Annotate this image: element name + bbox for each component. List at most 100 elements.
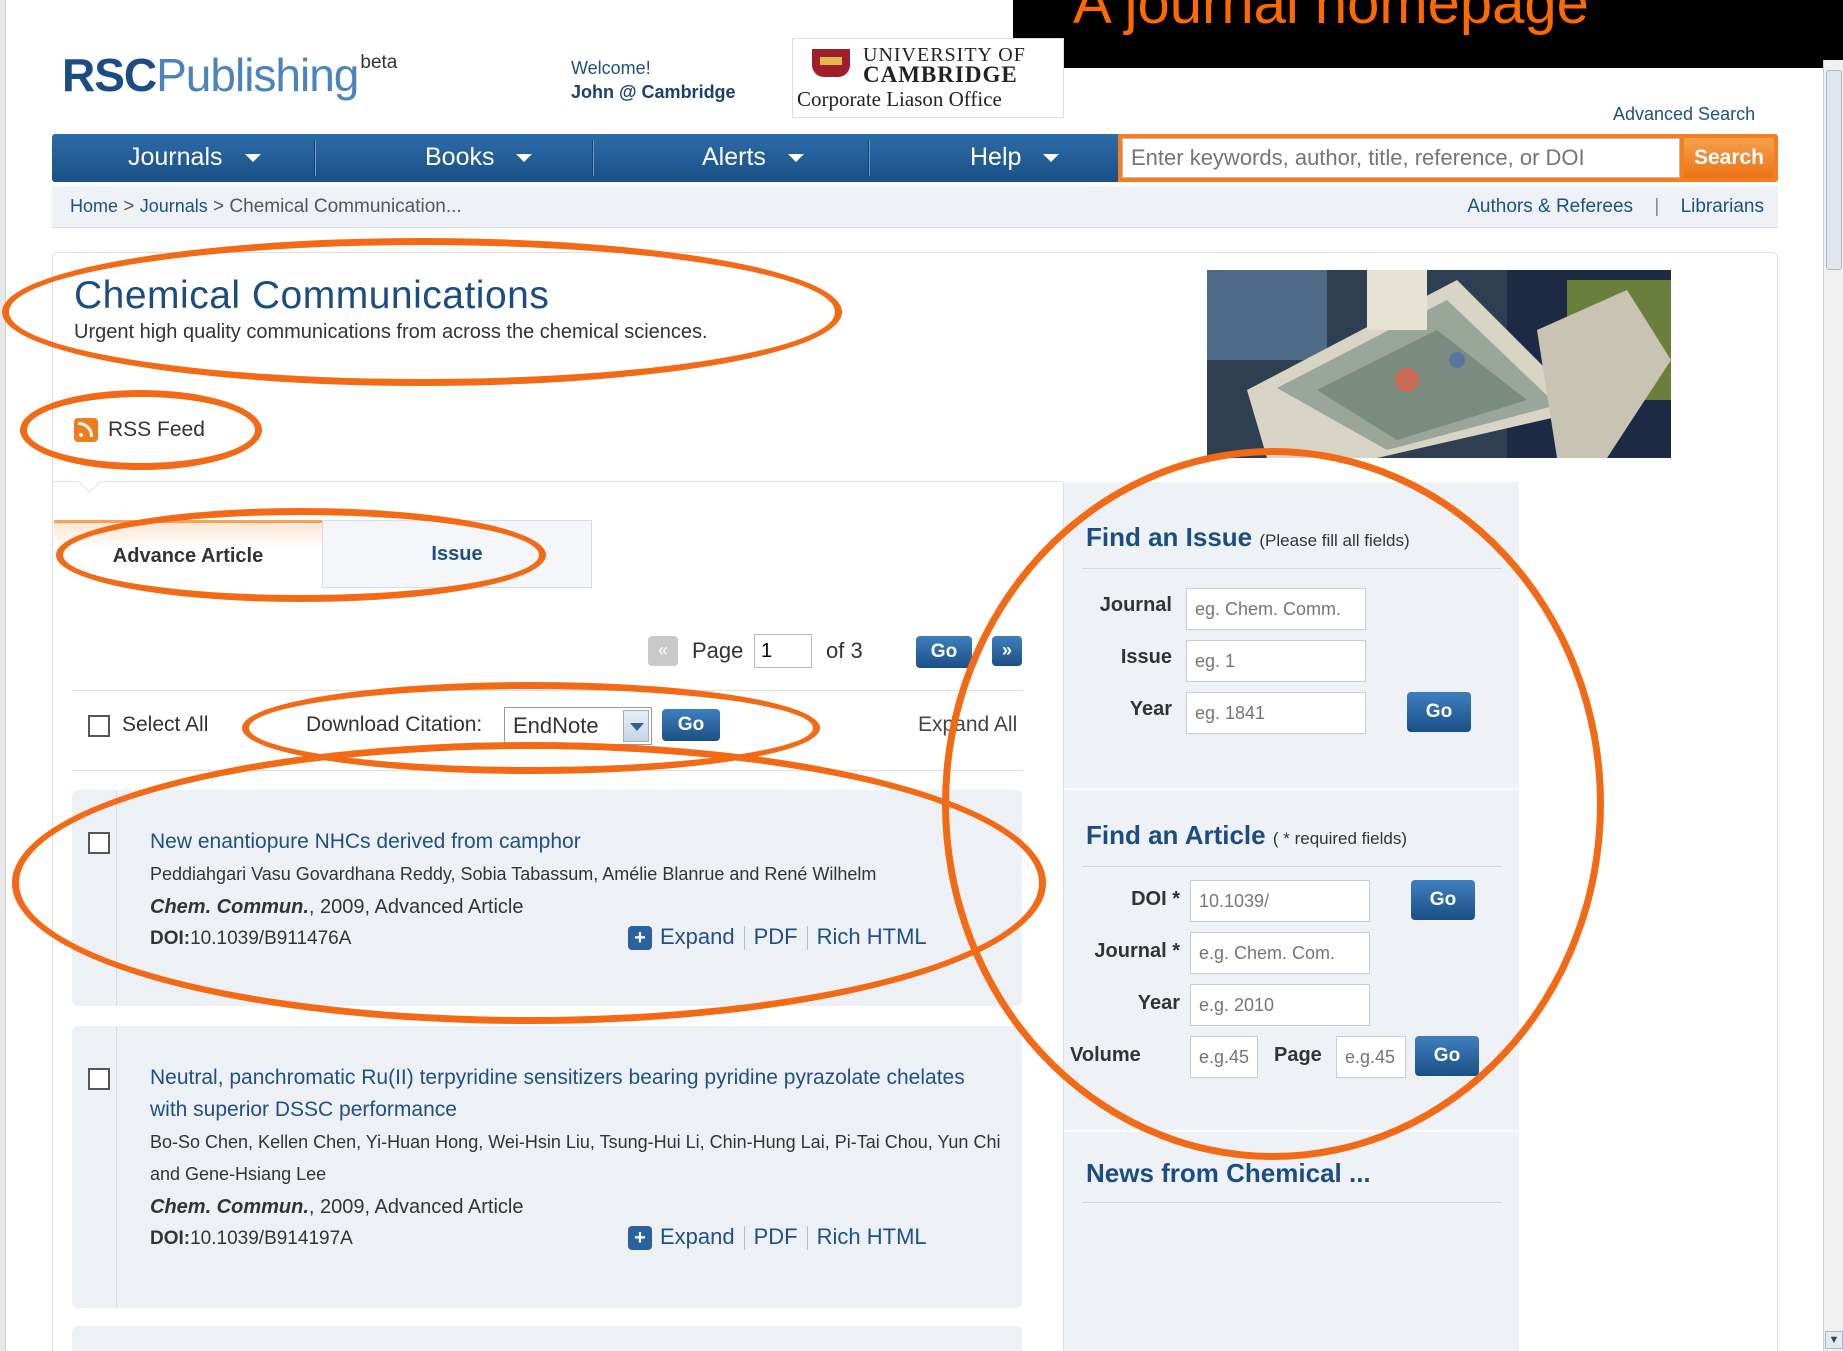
article-gutter	[116, 790, 117, 1006]
nav-help[interactable]: Help	[970, 134, 1060, 182]
logo-rsc: RSC	[62, 49, 157, 101]
article-item: Neutral, panchromatic Ru(II) terpyridine…	[72, 1026, 1022, 1308]
breadcrumb: Home > Journals > Chemical Communication…	[70, 196, 462, 217]
download-citation-go-button[interactable]: Go	[662, 709, 720, 741]
nav-books[interactable]: Books	[425, 134, 533, 182]
breadcrumb-current: Chemical Communication...	[229, 196, 462, 217]
article-journal-input[interactable]	[1190, 932, 1370, 974]
expand-link[interactable]: Expand	[660, 1224, 735, 1249]
vertical-scrollbar[interactable]: ▼	[1823, 60, 1843, 1351]
tab-advance-article[interactable]: Advance Article	[54, 520, 322, 588]
select-all-checkbox[interactable]	[88, 715, 110, 737]
welcome-message: Welcome! John @ Cambridge	[571, 56, 736, 104]
institution-logo: UNIVERSITY OF CAMBRIDGE Corporate Liason…	[792, 38, 1064, 118]
next-page-button[interactable]: »	[992, 636, 1022, 666]
article-item: New enantiopure NHCs derived from campho…	[72, 790, 1022, 1006]
link-separator	[743, 926, 745, 951]
article-page-input[interactable]	[1336, 1036, 1406, 1078]
news-heading[interactable]: News from Chemical ...	[1086, 1158, 1371, 1189]
article-checkbox[interactable]	[88, 1068, 110, 1090]
logo-publishing: Publishing	[156, 49, 359, 101]
tab-issue[interactable]: Issue	[322, 520, 592, 588]
nav-alerts[interactable]: Alerts	[702, 134, 804, 182]
librarians-link[interactable]: Librarians	[1681, 196, 1764, 217]
page-number-input[interactable]	[754, 634, 812, 668]
expand-all-link[interactable]: Expand All	[918, 713, 1017, 737]
right-sidebar: Find an Issue (Please fill all fields) J…	[1063, 482, 1520, 1351]
pdf-link[interactable]: PDF	[754, 924, 798, 949]
divider	[1082, 1202, 1502, 1203]
nav-separator	[592, 140, 594, 176]
scroll-down-arrow-icon[interactable]: ▼	[1825, 1331, 1843, 1349]
article-page-label: Page	[1274, 1044, 1322, 1066]
expand-plus-icon[interactable]: +	[628, 926, 652, 951]
previous-page-button[interactable]: «	[648, 636, 678, 666]
select-all-label: Select All	[122, 713, 209, 736]
article-item	[72, 1326, 1022, 1351]
article-title[interactable]: New enantiopure NHCs derived from campho…	[150, 826, 990, 858]
search-button[interactable]: Search	[1684, 138, 1774, 178]
browser-page: A journal homepage RSCPublishing beta Wel…	[0, 0, 1843, 1351]
advanced-search-link[interactable]: Advanced Search	[1613, 104, 1755, 125]
rss-icon	[74, 418, 98, 443]
article-links: + Expand PDF Rich HTML	[628, 924, 927, 951]
rss-feed-link[interactable]: RSS Feed	[74, 418, 205, 443]
welcome-text: Welcome!	[571, 58, 651, 78]
article-title[interactable]: Neutral, panchromatic Ru(II) terpyridine…	[150, 1062, 990, 1126]
article-journal-label: Journal *	[1094, 940, 1180, 962]
rsc-publishing-logo[interactable]: RSCPublishing beta	[62, 48, 397, 102]
journal-subtitle: Urgent high quality communications from …	[74, 321, 708, 343]
issue-journal-input[interactable]	[1186, 588, 1366, 630]
download-citation-label: Download Citation:	[306, 713, 483, 736]
citation-format-select[interactable]: EndNote	[504, 707, 652, 745]
article-citation: Chem. Commun., 2009, Advanced Article	[150, 896, 524, 918]
article-doi-label: DOI *	[1131, 888, 1180, 910]
user-links: Authors & Referees | Librarians	[1467, 196, 1764, 217]
article-citation: Chem. Commun., 2009, Advanced Article	[150, 1196, 524, 1218]
divider	[52, 481, 1062, 482]
issue-number-label: Issue	[1120, 646, 1172, 668]
section-separator	[1064, 788, 1520, 790]
expand-link[interactable]: Expand	[660, 924, 735, 949]
find-doi-go-button[interactable]: Go	[1411, 880, 1475, 920]
institution-office: Corporate Liason Office	[797, 87, 1002, 111]
nav-journals[interactable]: Journals	[128, 134, 261, 182]
article-volume-label: Volume	[1070, 1044, 1141, 1066]
pdf-link[interactable]: PDF	[754, 1224, 798, 1249]
breadcrumb-journals[interactable]: Journals	[140, 196, 208, 216]
divider	[1082, 568, 1502, 569]
chevron-down-icon	[1043, 154, 1060, 163]
issue-journal-label: Journal	[1099, 594, 1172, 616]
page-title: Chemical Communications	[74, 274, 550, 317]
search-input[interactable]	[1122, 138, 1680, 178]
article-authors: Bo-So Chen, Kellen Chen, Yi-Huan Hong, W…	[150, 1132, 1001, 1184]
find-article-heading: Find an Article ( * required fields)	[1086, 820, 1408, 850]
section-separator	[1064, 1130, 1520, 1132]
article-year-input[interactable]	[1190, 984, 1370, 1026]
search-bar: Search	[1118, 134, 1778, 182]
find-article-go-button[interactable]: Go	[1415, 1036, 1479, 1076]
article-authors: Peddiahgari Vasu Govardhana Reddy, Sobia…	[150, 864, 877, 884]
user-name[interactable]: John @ Cambridge	[571, 80, 736, 104]
nav-separator	[314, 140, 316, 176]
authors-referees-link[interactable]: Authors & Referees	[1467, 196, 1633, 217]
article-doi-input[interactable]	[1190, 880, 1370, 922]
page-go-button[interactable]: Go	[916, 636, 972, 668]
scroll-thumb[interactable]	[1826, 70, 1842, 270]
rich-html-link[interactable]: Rich HTML	[817, 1224, 927, 1249]
chevron-down-icon	[787, 154, 804, 163]
journal-cover-image	[1207, 270, 1671, 458]
chevron-down-icon	[244, 154, 261, 163]
find-issue-go-button[interactable]: Go	[1407, 692, 1471, 732]
rich-html-link[interactable]: Rich HTML	[817, 924, 927, 949]
breadcrumb-home[interactable]: Home	[70, 196, 118, 216]
expand-plus-icon[interactable]: +	[628, 1226, 652, 1251]
article-volume-input[interactable]	[1190, 1036, 1258, 1078]
issue-number-input[interactable]	[1186, 640, 1366, 682]
link-separator	[806, 926, 808, 951]
window-border	[0, 0, 6, 1351]
article-checkbox[interactable]	[88, 832, 110, 854]
find-issue-heading: Find an Issue (Please fill all fields)	[1086, 522, 1410, 552]
divider-notch	[78, 481, 102, 495]
issue-year-input[interactable]	[1186, 692, 1366, 734]
